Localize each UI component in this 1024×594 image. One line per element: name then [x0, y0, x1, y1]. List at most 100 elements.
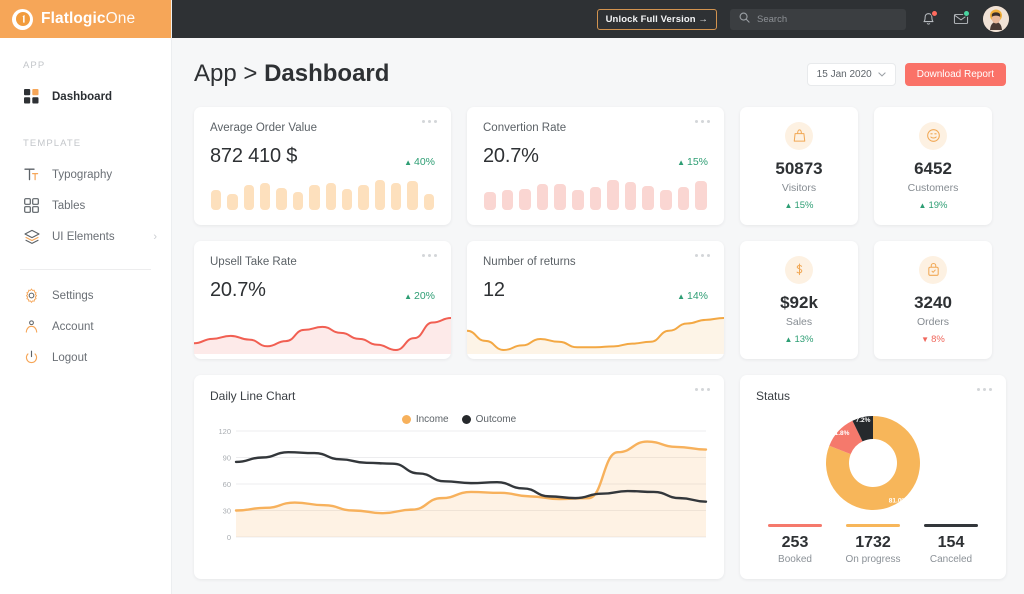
sidebar: FlatlogicOne APP Dashboard TEMPLATE Typo… — [0, 0, 172, 594]
brand-name-bold: Flatlogic — [41, 10, 106, 27]
messages-button[interactable] — [951, 9, 970, 29]
sparkline-bar — [554, 183, 567, 210]
metrics-row-2: Upsell Take Rate 20.7% ▲ 20% Number of r… — [194, 241, 724, 359]
metric-title: Upsell Take Rate — [210, 256, 297, 268]
page-title: App > Dashboard — [194, 60, 389, 88]
search-input[interactable] — [757, 13, 897, 25]
series-area — [236, 441, 706, 537]
chart-title: Daily Line Chart — [210, 389, 296, 403]
dashboard-grid: Average Order Value 872 410 $ ▲ 40% Conv… — [194, 107, 1006, 579]
sparkline-bar — [243, 184, 255, 210]
status-title: Status — [756, 389, 791, 403]
y-axis-tick: 0 — [227, 533, 231, 542]
stat-delta: ▲ 19% — [919, 200, 948, 211]
metric-delta-value: 40% — [413, 156, 435, 168]
user-avatar — [983, 6, 1009, 32]
sparkline-bar — [309, 185, 320, 210]
notification-badge — [931, 9, 938, 17]
dashboard-grid-icon — [23, 88, 40, 105]
legend-item-income[interactable]: Income — [401, 414, 449, 425]
stat-label: Sales — [785, 315, 813, 328]
sparkline-bar — [325, 183, 336, 210]
y-axis-tick: 120 — [218, 427, 231, 436]
sparkline-bar — [211, 189, 222, 210]
page-header: App > Dashboard 15 Jan 2020 Download Rep… — [194, 60, 1006, 88]
stat-value: 6452 — [914, 158, 952, 178]
sparkline-bar — [660, 190, 672, 210]
sidebar-item-ui-elements[interactable]: UI Elements › — [0, 221, 171, 252]
sparkline-bar — [358, 185, 369, 210]
legend-swatch-income — [401, 415, 411, 424]
stat-value: 3240 — [914, 292, 952, 312]
sparkline-area — [194, 308, 451, 354]
brand-name-light: One — [105, 10, 136, 27]
card-menu-button[interactable] — [695, 120, 710, 123]
metric-card-average-order-value: Average Order Value 872 410 $ ▲ 40% — [194, 107, 451, 225]
breadcrumb: App > — [194, 60, 265, 87]
search-box[interactable] — [730, 8, 906, 30]
status-legend-item-on-progress: 1732 On progress — [834, 524, 912, 565]
sidebar-item-dashboard[interactable]: Dashboard — [0, 81, 171, 112]
date-picker[interactable]: 15 Jan 2020 — [806, 62, 896, 86]
layers-icon — [23, 228, 40, 245]
sparkline-bar — [260, 182, 271, 210]
card-menu-button[interactable] — [422, 254, 437, 257]
sidebar-item-label: Tables — [52, 199, 86, 212]
legend-value: 154 — [937, 533, 965, 551]
triangle-up-icon: ▲ — [918, 200, 927, 210]
line-chart-svg: 0 30 60 90 120 — [218, 427, 708, 542]
stat-card-visitors: 50873 Visitors ▲ 15% — [740, 107, 858, 225]
sidebar-divider — [20, 269, 151, 270]
legend-label: On progress — [845, 553, 901, 565]
topbar: Unlock Full Version → — [172, 0, 1024, 38]
sparkline-bar — [519, 188, 531, 210]
card-menu-button[interactable] — [977, 388, 992, 391]
triangle-up-icon: ▲ — [677, 291, 685, 301]
card-menu-button[interactable] — [695, 254, 710, 257]
metric-card-number-of-returns: Number of returns 12 ▲ 14% — [467, 241, 724, 359]
sidebar-item-tables[interactable]: Tables — [0, 190, 171, 221]
stat-delta: ▼ 8% — [921, 334, 945, 345]
legend-value: 1732 — [855, 533, 891, 551]
metric-card-convertion-rate: Convertion Rate 20.7% ▲ 15% — [467, 107, 724, 225]
breadcrumb-current: Dashboard — [264, 60, 390, 87]
download-report-button[interactable]: Download Report — [904, 62, 1006, 86]
stat-delta-value: 8% — [931, 333, 945, 345]
brand-logo[interactable]: FlatlogicOne — [0, 0, 171, 38]
sparkline-bar — [484, 191, 496, 210]
left-column: Average Order Value 872 410 $ ▲ 40% Conv… — [194, 107, 724, 579]
daily-line-chart-plot: 0 30 60 90 120 — [210, 425, 708, 558]
unlock-full-version-button[interactable]: Unlock Full Version → — [596, 8, 717, 30]
triangle-up-icon: ▲ — [784, 334, 793, 344]
notifications-button[interactable] — [919, 9, 938, 29]
sidebar-item-settings[interactable]: Settings — [0, 280, 171, 311]
legend-label: Outcome — [475, 414, 517, 425]
stat-delta: ▲ 15% — [785, 200, 814, 211]
sparkline-bars — [483, 180, 708, 210]
lock-bag-icon — [919, 255, 947, 284]
legend-item-outcome[interactable]: Outcome — [461, 414, 517, 425]
sparkline-bar — [390, 182, 402, 210]
metric-value-row: 20.7% ▲ 20% — [210, 279, 435, 302]
sidebar-item-account[interactable]: Account — [0, 311, 171, 342]
sparkline-bar — [572, 190, 584, 210]
card-menu-button[interactable] — [695, 388, 710, 391]
donut-slice-label: 7.2% — [856, 417, 871, 424]
sidebar-item-logout[interactable]: Logout — [0, 342, 171, 373]
card-menu-button[interactable] — [422, 120, 437, 123]
metric-delta: ▲ 20% — [404, 290, 435, 302]
sidebar-item-typography[interactable]: Typography — [0, 159, 171, 190]
sidebar-section-app: APP — [23, 60, 46, 71]
sidebar-section-template: TEMPLATE — [23, 138, 82, 149]
metric-delta-value: 15% — [686, 156, 708, 168]
chart-legend: Income Outcome — [210, 414, 708, 425]
avatar[interactable] — [983, 6, 1009, 32]
dollar-icon — [785, 255, 813, 284]
legend-bar — [768, 524, 822, 527]
metric-title: Average Order Value — [210, 122, 317, 134]
metric-value-row: 872 410 $ ▲ 40% — [210, 145, 435, 168]
tables-grid-icon — [23, 197, 40, 214]
stats-row-1: 50873 Visitors ▲ 15% 6452 Customers ▲ 19… — [740, 107, 1006, 225]
sparkline-svg — [467, 317, 724, 354]
header-actions: 15 Jan 2020 Download Report — [806, 62, 1006, 86]
